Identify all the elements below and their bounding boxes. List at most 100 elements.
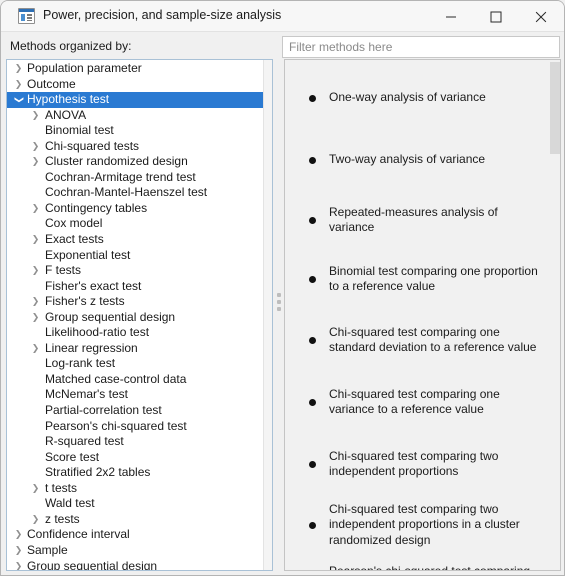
tree-item-r-squared-test[interactable]: R-squared test [7, 434, 263, 450]
chevron-right-icon[interactable]: ❯ [30, 263, 41, 279]
maximize-button[interactable] [473, 1, 518, 32]
chevron-right-icon[interactable]: ❯ [30, 154, 41, 170]
chevron-right-icon[interactable]: ❯ [30, 139, 41, 155]
tree-item-pearson-s-chi-squared-test[interactable]: Pearson's chi-squared test [7, 419, 263, 435]
chevron-right-icon[interactable]: ❯ [30, 512, 41, 528]
bullet-icon [309, 398, 316, 406]
method-list-item[interactable]: Two-way analysis of variance [285, 152, 550, 168]
tree-item-label: Cochran-Mantel-Haenszel test [45, 185, 208, 200]
app-window-icon [18, 8, 35, 24]
method-list-item[interactable]: Chi-squared test comparing one variance … [285, 386, 550, 418]
tree-item-score-test[interactable]: Score test [7, 450, 263, 466]
tree-item-label: Log-rank test [45, 356, 116, 371]
method-list-item[interactable]: Pearson's chi-squared test comparing two [285, 563, 550, 571]
methods-list-panel[interactable]: One-way analysis of variance Two-way anal… [284, 59, 561, 571]
tree-scrollbar[interactable] [263, 60, 272, 570]
tree-item-anova[interactable]: ❯ ANOVA [7, 108, 263, 124]
tree-item-wald-test[interactable]: Wald test [7, 496, 263, 512]
tree-item-cox-model[interactable]: Cox model [7, 216, 263, 232]
chevron-right-icon[interactable]: ❯ [30, 232, 41, 248]
method-list-item[interactable]: Chi-squared test comparing two independe… [285, 501, 550, 549]
tree-item-stratified-2x2-tables[interactable]: Stratified 2x2 tables [7, 465, 263, 481]
tree-item-label: Likelihood-ratio test [45, 325, 150, 340]
tree-item-label: Partial-correlation test [45, 403, 162, 418]
methods-list-scrollbar[interactable] [550, 60, 560, 570]
minimize-icon [445, 16, 456, 17]
panel-splitter[interactable] [275, 59, 282, 571]
chevron-right-icon[interactable]: ❯ [30, 341, 41, 357]
chevron-right-icon[interactable]: ❯ [30, 310, 41, 326]
filter-methods-input[interactable] [282, 36, 560, 58]
tree-item-group-sequential-design[interactable]: ❯ Group sequential design [7, 310, 263, 326]
tree-item-chi-squared-tests[interactable]: ❯ Chi-squared tests [7, 139, 263, 155]
tree-item-label: McNemar's test [45, 387, 128, 402]
method-list-item-label: Two-way analysis of variance [329, 152, 486, 167]
tree-item-hypothesis-test[interactable]: ❯ Hypothesis test [7, 92, 263, 108]
tree-item-cochran-mantel-haenszel-test[interactable]: Cochran-Mantel-Haenszel test [7, 185, 263, 201]
tree-item-label: Hypothesis test [27, 92, 110, 107]
method-list-item-label: One-way analysis of variance [329, 90, 486, 105]
methods-list: One-way analysis of variance Two-way anal… [285, 60, 550, 570]
chevron-down-icon[interactable]: ❯ [11, 94, 27, 105]
method-list-item[interactable]: One-way analysis of variance [285, 90, 550, 106]
tree-item-population-parameter[interactable]: ❯ Population parameter [7, 61, 263, 77]
tree-item-cluster-randomized-design[interactable]: ❯ Cluster randomized design [7, 154, 263, 170]
method-list-item[interactable]: Binomial test comparing one proportion t… [285, 263, 550, 295]
chevron-right-icon[interactable]: ❯ [13, 543, 24, 559]
method-list-item-label: Chi-squared test comparing one variance … [329, 386, 500, 417]
tree-item-likelihood-ratio-test[interactable]: Likelihood-ratio test [7, 325, 263, 341]
methods-tree-panel[interactable]: ❯ Population parameter ❯ Outcome ❯ Hypothesis… [6, 59, 273, 571]
bullet-icon [309, 521, 316, 529]
tree-item-t-tests[interactable]: ❯ t tests [7, 481, 263, 497]
tree-item-exact-tests[interactable]: ❯ Exact tests [7, 232, 263, 248]
methods-list-scrollbar-thumb[interactable] [550, 62, 560, 154]
tree-item-label: Group sequential design [45, 309, 176, 324]
method-list-item-label: Chi-squared test comparing two independe… [329, 448, 499, 479]
tree-item-sample[interactable]: ❯ Sample [7, 543, 263, 559]
tree-item-label: Outcome [27, 76, 76, 91]
tree-item-f-tests[interactable]: ❯ F tests [7, 263, 263, 279]
method-list-item[interactable]: Chi-squared test comparing one standard … [285, 324, 550, 356]
tree-item-label: Contingency tables [45, 200, 148, 215]
tree-item-z-tests[interactable]: ❯ z tests [7, 512, 263, 528]
chevron-right-icon[interactable]: ❯ [13, 527, 24, 543]
tree-item-matched-case-control-data[interactable]: Matched case-control data [7, 372, 263, 388]
bullet-icon [309, 94, 316, 102]
tree-item-label: Group sequential design [27, 558, 158, 571]
tree-item-fisher-s-exact-test[interactable]: Fisher's exact test [7, 279, 263, 295]
chevron-right-icon[interactable]: ❯ [13, 559, 24, 571]
tree-item-label: Linear regression [45, 340, 138, 355]
chevron-right-icon[interactable]: ❯ [30, 294, 41, 310]
chevron-right-icon[interactable]: ❯ [30, 201, 41, 217]
method-list-item-label: Repeated-measures analysis of variance [329, 204, 498, 235]
chevron-right-icon[interactable]: ❯ [30, 481, 41, 497]
tree-item-outcome[interactable]: ❯ Outcome [7, 77, 263, 93]
splitter-grip-icon[interactable] [277, 293, 281, 315]
tree-item-label: ANOVA [45, 107, 87, 122]
app-window: Power, precision, and sample-size analys… [0, 0, 565, 576]
chevron-right-icon[interactable]: ❯ [13, 77, 24, 93]
method-list-item[interactable]: Repeated-measures analysis of variance [285, 205, 550, 234]
tree-item-group-sequential-design[interactable]: ❯ Group sequential design [7, 558, 263, 571]
tree-item-exponential-test[interactable]: Exponential test [7, 248, 263, 264]
tree-item-linear-regression[interactable]: ❯ Linear regression [7, 341, 263, 357]
tree-item-label: Stratified 2x2 tables [45, 465, 151, 480]
tree-item-cochran-armitage-trend-test[interactable]: Cochran-Armitage trend test [7, 170, 263, 186]
tree-item-confidence-interval[interactable]: ❯ Confidence interval [7, 527, 263, 543]
close-button[interactable] [518, 1, 563, 32]
tree-item-mcnemar-s-test[interactable]: McNemar's test [7, 387, 263, 403]
tree-item-binomial-test[interactable]: Binomial test [7, 123, 263, 139]
tree-item-fisher-s-z-tests[interactable]: ❯ Fisher's z tests [7, 294, 263, 310]
tree-item-partial-correlation-test[interactable]: Partial-correlation test [7, 403, 263, 419]
tree-item-label: Sample [27, 542, 68, 557]
minimize-button[interactable] [428, 1, 473, 32]
method-list-item[interactable]: Chi-squared test comparing two independe… [285, 448, 550, 480]
tree-item-contingency-tables[interactable]: ❯ Contingency tables [7, 201, 263, 217]
bullet-icon [309, 336, 316, 344]
chevron-right-icon[interactable]: ❯ [30, 108, 41, 124]
bullet-icon [309, 156, 316, 164]
chevron-right-icon[interactable]: ❯ [13, 61, 24, 77]
tree-item-label: Cox model [45, 216, 103, 231]
tree-item-label: Binomial test [45, 123, 114, 138]
tree-item-log-rank-test[interactable]: Log-rank test [7, 356, 263, 372]
